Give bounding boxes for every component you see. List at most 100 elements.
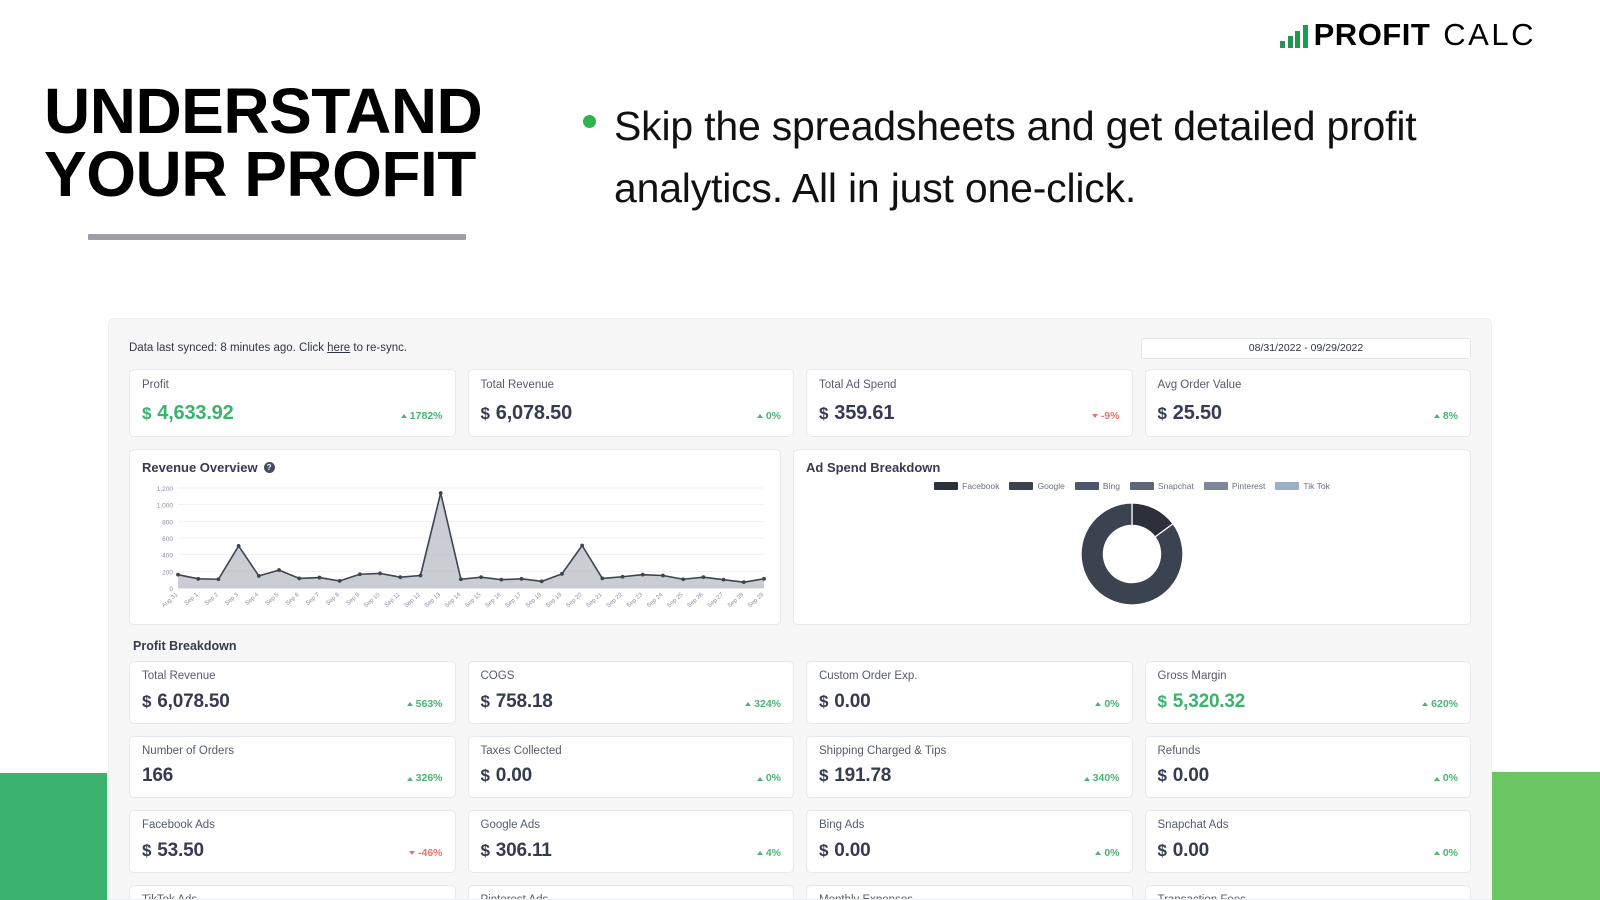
- svg-text:Sep 11: Sep 11: [384, 591, 402, 608]
- kpi-card[interactable]: Profit $4,633.92 1782%: [129, 369, 456, 437]
- svg-text:Sep 7: Sep 7: [305, 591, 321, 606]
- svg-text:Sep 17: Sep 17: [505, 591, 524, 609]
- breakdown-card[interactable]: Bing Ads $0.00 0%: [806, 810, 1133, 874]
- metric-value: $53.50: [142, 840, 204, 862]
- metric-value: $0.00: [819, 690, 871, 712]
- currency-symbol: $: [1157, 766, 1167, 786]
- metric-value: $191.78: [819, 765, 892, 787]
- breakdown-card[interactable]: Number of Orders 166 326%: [129, 735, 456, 799]
- metric-value: $6,078.50: [480, 401, 573, 424]
- metric-delta: 0%: [1095, 847, 1120, 862]
- metric-delta: -9%: [1091, 410, 1120, 425]
- metric-delta: 340%: [1083, 772, 1120, 787]
- hero-subtitle-text: Skip the spreadsheets and get detailed p…: [614, 103, 1417, 212]
- trend-up-icon: [1095, 701, 1102, 706]
- metric-value: $0.00: [480, 765, 533, 787]
- sync-status-suffix: to re-sync.: [350, 342, 408, 354]
- resync-link[interactable]: here: [327, 342, 350, 354]
- svg-text:Sep 24: Sep 24: [646, 591, 665, 609]
- metric-delta: 4%: [756, 847, 781, 862]
- metric-label: COGS: [480, 669, 515, 682]
- metric-label: Refunds: [1157, 744, 1201, 757]
- kpi-card[interactable]: Avg Order Value $25.50 8%: [1144, 369, 1471, 437]
- breakdown-card[interactable]: Snapchat Ads $0.00 0%: [1144, 810, 1471, 874]
- page-title-line-2: YOUR PROFIT: [44, 137, 476, 210]
- metric-label: Avg Order Value: [1157, 379, 1242, 391]
- breakdown-card-partial[interactable]: Pinterest Ads: [467, 885, 794, 899]
- breakdown-card-partial[interactable]: Monthly Expenses: [806, 885, 1133, 899]
- kpi-card-grid: Profit $4,633.92 1782% Total Revenue $6,078.…: [129, 369, 1471, 437]
- breakdown-card[interactable]: COGS $758.18 324%: [467, 660, 794, 724]
- breakdown-card[interactable]: Google Ads $306.11 4%: [467, 810, 794, 874]
- svg-text:Sep 5: Sep 5: [265, 591, 281, 606]
- legend-swatch: [1203, 481, 1228, 490]
- revenue-overview-title: Revenue Overview: [142, 459, 258, 475]
- metric-delta: 0%: [1095, 698, 1120, 713]
- breakdown-card[interactable]: Refunds $0.00 0%: [1144, 735, 1471, 799]
- svg-text:Sep 10: Sep 10: [363, 591, 382, 609]
- breakdown-card[interactable]: Gross Margin $5,320.32 620%: [1144, 660, 1471, 724]
- metric-delta: 0%: [1433, 772, 1458, 787]
- breakdown-card[interactable]: Shipping Charged & Tips $191.78 340%: [806, 735, 1133, 799]
- trend-up-icon: [756, 776, 763, 781]
- legend-swatch: [1129, 481, 1154, 490]
- metric-label: TikTok Ads: [142, 894, 443, 899]
- metric-delta: 324%: [745, 698, 781, 713]
- promo-page: PROFIT CALC UNDERSTAND YOUR PROFIT Skip …: [0, 0, 1600, 900]
- breakdown-card-partial[interactable]: Transaction Fees: [1144, 885, 1471, 899]
- svg-text:Sep 21: Sep 21: [586, 591, 605, 609]
- metric-label: Monthly Expenses: [819, 894, 1120, 899]
- metric-delta: 620%: [1422, 698, 1458, 713]
- decorative-green-block-right: [1492, 772, 1600, 900]
- svg-text:Sep 12: Sep 12: [404, 591, 423, 609]
- metric-label: Bing Ads: [819, 819, 865, 832]
- trend-up-icon: [1433, 414, 1440, 419]
- svg-text:Sep 2: Sep 2: [204, 591, 220, 606]
- currency-symbol: $: [480, 766, 490, 786]
- metric-row: $5,320.32 620%: [1158, 691, 1459, 713]
- svg-text:Sep 29: Sep 29: [747, 591, 766, 609]
- metric-value: $0.00: [1157, 765, 1210, 787]
- breakdown-card[interactable]: Facebook Ads $53.50 -46%: [129, 810, 456, 874]
- legend-swatch: [1275, 481, 1300, 490]
- svg-text:1,200: 1,200: [157, 486, 174, 493]
- kpi-card[interactable]: Total Revenue $6,078.50 0%: [467, 369, 794, 437]
- date-range-picker[interactable]: 08/31/2022 - 09/29/2022: [1141, 337, 1471, 359]
- breakdown-card-partial[interactable]: TikTok Ads: [129, 885, 456, 899]
- metric-row: $0.00 0%: [819, 691, 1120, 713]
- metric-label: Snapchat Ads: [1157, 819, 1229, 832]
- svg-text:Sep 28: Sep 28: [727, 591, 746, 609]
- trend-up-icon: [406, 701, 413, 706]
- trend-up-icon: [1433, 776, 1440, 781]
- currency-symbol: $: [1157, 691, 1167, 711]
- svg-text:400: 400: [162, 552, 173, 559]
- metric-value: 166: [142, 765, 174, 787]
- trend-up-icon: [1083, 776, 1090, 781]
- metric-delta: 8%: [1433, 410, 1458, 425]
- legend-item: Facebook: [934, 481, 999, 491]
- breakdown-card[interactable]: Total Revenue $6,078.50 563%: [129, 660, 456, 724]
- metric-row: 166 326%: [142, 765, 443, 787]
- metric-row: $25.50 8%: [1158, 402, 1459, 425]
- metric-label: Shipping Charged & Tips: [819, 744, 947, 757]
- dashboard-screenshot: Data last synced: 8 minutes ago. Click h…: [108, 318, 1492, 900]
- svg-text:Aug 31: Aug 31: [161, 591, 180, 609]
- breakdown-card[interactable]: Custom Order Exp. $0.00 0%: [806, 660, 1133, 724]
- currency-symbol: $: [1157, 403, 1167, 423]
- svg-text:Sep 22: Sep 22: [606, 591, 625, 609]
- kpi-card[interactable]: Total Ad Spend $359.61 -9%: [806, 369, 1133, 437]
- svg-text:Sep 26: Sep 26: [687, 591, 706, 609]
- metric-row: $306.11 4%: [481, 840, 782, 862]
- currency-symbol: $: [819, 841, 829, 861]
- donut-chart-wrap: [806, 495, 1458, 613]
- help-icon[interactable]: ?: [263, 461, 275, 473]
- svg-text:0: 0: [169, 586, 173, 593]
- currency-symbol: $: [1157, 841, 1167, 861]
- metric-value: $6,078.50: [142, 690, 230, 712]
- metric-delta: 1782%: [400, 410, 443, 425]
- breakdown-card[interactable]: Taxes Collected $0.00 0%: [467, 735, 794, 799]
- ad-spend-title: Ad Spend Breakdown: [806, 459, 941, 475]
- metric-label: Profit: [142, 379, 169, 391]
- revenue-overview-panel: Revenue Overview ? 0 200 400 600 800 1,000 1,2…: [129, 448, 781, 625]
- metric-value: $306.11: [480, 840, 552, 862]
